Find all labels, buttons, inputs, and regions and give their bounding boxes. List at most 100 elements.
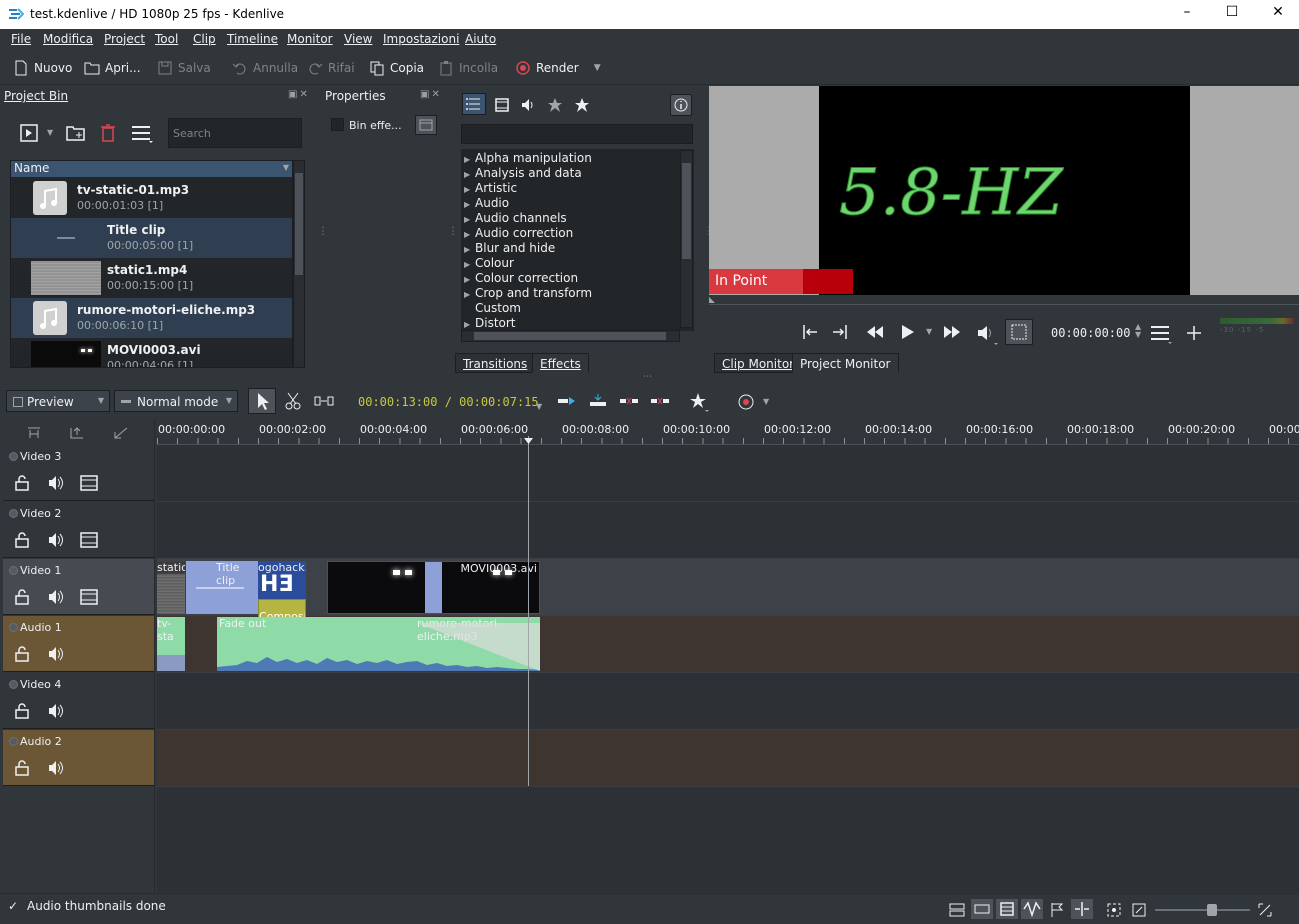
collapse-tracks-icon[interactable]: [69, 426, 85, 440]
clip-title[interactable]: Title clip: [186, 561, 258, 614]
save-button[interactable]: Salva: [157, 59, 211, 77]
redo-button[interactable]: Rifai: [307, 59, 355, 77]
track-header-video1[interactable]: Video 1: [3, 559, 154, 615]
effect-category-blur[interactable]: ▶ Blur and hide: [461, 241, 555, 255]
effect-category-analysis[interactable]: ▶ Analysis and data: [461, 166, 582, 180]
undo-button[interactable]: Annulla: [232, 59, 298, 77]
clip-static[interactable]: static:: [157, 561, 185, 614]
favorite-effects-menu-icon[interactable]: [689, 392, 711, 412]
menu-project[interactable]: Project: [104, 32, 145, 46]
timeline-record-icon[interactable]: [737, 393, 755, 411]
track-header-video4[interactable]: Video 4: [3, 673, 154, 729]
effect-category-colour-correction[interactable]: ▶ Colour correction: [461, 271, 578, 285]
bin-scrollbar[interactable]: [293, 160, 305, 368]
extract-zone-icon[interactable]: [619, 395, 639, 407]
timecode-spinner-icon[interactable]: ▲ ▼: [1135, 323, 1141, 339]
set-zone-in-icon[interactable]: [801, 323, 819, 341]
timeline-playhead[interactable]: [528, 436, 529, 786]
effect-category-audio[interactable]: ▶ Audio: [461, 196, 509, 210]
track-target-indicator[interactable]: [9, 737, 18, 746]
copy-button[interactable]: Copia: [369, 59, 424, 77]
track-header-audio2[interactable]: Audio 2: [3, 730, 154, 786]
zoom-in-icon[interactable]: [1257, 902, 1273, 918]
maximize-button[interactable]: ☐: [1217, 4, 1247, 24]
bin-item-tv-static[interactable]: tv-static-01.mp3 00:00:01:03 [1]: [11, 178, 292, 218]
track-video2[interactable]: [157, 502, 1299, 559]
zoom-fit-icon[interactable]: [1106, 902, 1122, 918]
lock-icon[interactable]: [15, 475, 29, 491]
hide-video-icon[interactable]: [80, 532, 98, 548]
effects-scrollbar[interactable]: [680, 150, 693, 328]
clip-movi0003[interactable]: MOVI0003.avi: [327, 561, 540, 614]
add-folder-icon[interactable]: [66, 124, 86, 142]
bin-item-static1[interactable]: static1.mp4 00:00:15:00 [1]: [11, 258, 292, 298]
add-clip-dropdown-icon[interactable]: ▼: [47, 128, 53, 137]
track-audio2[interactable]: [157, 730, 1299, 787]
track-settings-icon[interactable]: [113, 426, 129, 440]
set-zone-out-icon[interactable]: [831, 323, 849, 341]
tab-clip-monitor[interactable]: Clip Monitor: [714, 353, 803, 373]
zoom-out-icon[interactable]: [1131, 902, 1147, 918]
open-button[interactable]: Apri...: [84, 59, 141, 77]
favorite-effects-filter-icon[interactable]: [574, 97, 590, 113]
add-marker-icon[interactable]: [1186, 325, 1202, 341]
lock-icon[interactable]: [15, 703, 29, 719]
effect-category-colour[interactable]: ▶ Colour: [461, 256, 514, 270]
effect-category-audio-correction[interactable]: ▶ Audio correction: [461, 226, 573, 240]
hide-video-icon[interactable]: [80, 475, 98, 491]
show-thumbnails-icon[interactable]: [971, 899, 993, 919]
clip-pogohack[interactable]: ogohack.p HƎ: [258, 561, 306, 599]
split-audio-icon[interactable]: [949, 902, 965, 918]
menu-clip[interactable]: Clip: [193, 32, 216, 46]
show-safe-zone-icon[interactable]: [1005, 319, 1033, 345]
add-clip-icon[interactable]: [20, 124, 40, 142]
tab-project-monitor[interactable]: Project Monitor: [792, 353, 899, 373]
track-target-indicator[interactable]: [9, 566, 18, 575]
timeline-timecode[interactable]: 00:00:13:00 / 00:00:07:15: [358, 395, 539, 409]
render-dropdown-icon[interactable]: ▼: [594, 63, 601, 73]
bin-effects-checkbox[interactable]: [331, 118, 344, 131]
show-audio-waveform-icon[interactable]: [1021, 899, 1043, 919]
close-button[interactable]: ✕: [1263, 4, 1293, 24]
paste-button[interactable]: Incolla: [438, 59, 498, 77]
effect-category-artistic[interactable]: ▶ Artistic: [461, 181, 517, 195]
play-icon[interactable]: [900, 323, 916, 341]
tab-effects[interactable]: Effects: [532, 353, 589, 373]
monitor-menu-icon[interactable]: [1150, 323, 1172, 345]
menu-timeline[interactable]: Timeline: [227, 32, 278, 46]
custom-effects-filter-icon[interactable]: [547, 97, 563, 113]
bin-effects-settings-icon[interactable]: [415, 115, 437, 135]
effects-hscrollbar[interactable]: [461, 330, 680, 342]
show-markers-icon[interactable]: [1049, 902, 1065, 918]
lock-icon[interactable]: [15, 760, 29, 776]
mute-audio-icon[interactable]: [47, 760, 65, 776]
mute-audio-icon[interactable]: [47, 475, 65, 491]
menu-help[interactable]: Aiuto: [465, 32, 496, 46]
bin-item-rumore[interactable]: rumore-motori-eliche.mp3 00:00:06:10 [1]: [11, 298, 292, 338]
video-effects-filter-icon[interactable]: [494, 97, 510, 113]
minimize-button[interactable]: –: [1172, 4, 1202, 24]
zoom-slider-handle[interactable]: [1207, 904, 1217, 916]
monitor-ruler[interactable]: [709, 295, 1299, 305]
show-video-thumbnails-icon[interactable]: [996, 899, 1018, 919]
razor-tool-icon[interactable]: [284, 392, 302, 410]
effects-list-view-icon[interactable]: [462, 93, 486, 115]
bin-search-input[interactable]: Search: [168, 118, 302, 148]
track-video4[interactable]: [157, 673, 1299, 730]
rewind-icon[interactable]: [866, 324, 884, 340]
record-dropdown-icon[interactable]: ▼: [763, 397, 769, 406]
timeline-ruler[interactable]: 00:00:00:00 00:00:02:00 00:00:04:00 00:0…: [157, 420, 1299, 445]
hide-video-icon[interactable]: [80, 589, 98, 605]
track-target-indicator[interactable]: [9, 509, 18, 518]
preview-combo[interactable]: Preview ▼: [6, 390, 110, 412]
track-video3[interactable]: [157, 445, 1299, 502]
splitter-handle[interactable]: ⋯: [643, 372, 653, 382]
tab-transitions[interactable]: Transitions: [455, 353, 536, 373]
play-dropdown-icon[interactable]: ▼: [926, 327, 932, 336]
dock-float-icon[interactable]: ▣✕: [288, 89, 310, 100]
mute-audio-icon[interactable]: [47, 589, 65, 605]
bin-item-title-clip[interactable]: Title clip 00:00:05:00 [1]: [11, 218, 292, 258]
effect-category-crop[interactable]: ▶ Crop and transform: [461, 286, 592, 300]
effect-category-alpha[interactable]: ▶ Alpha manipulation: [461, 151, 592, 165]
track-header-audio1[interactable]: Audio 1: [3, 616, 154, 672]
